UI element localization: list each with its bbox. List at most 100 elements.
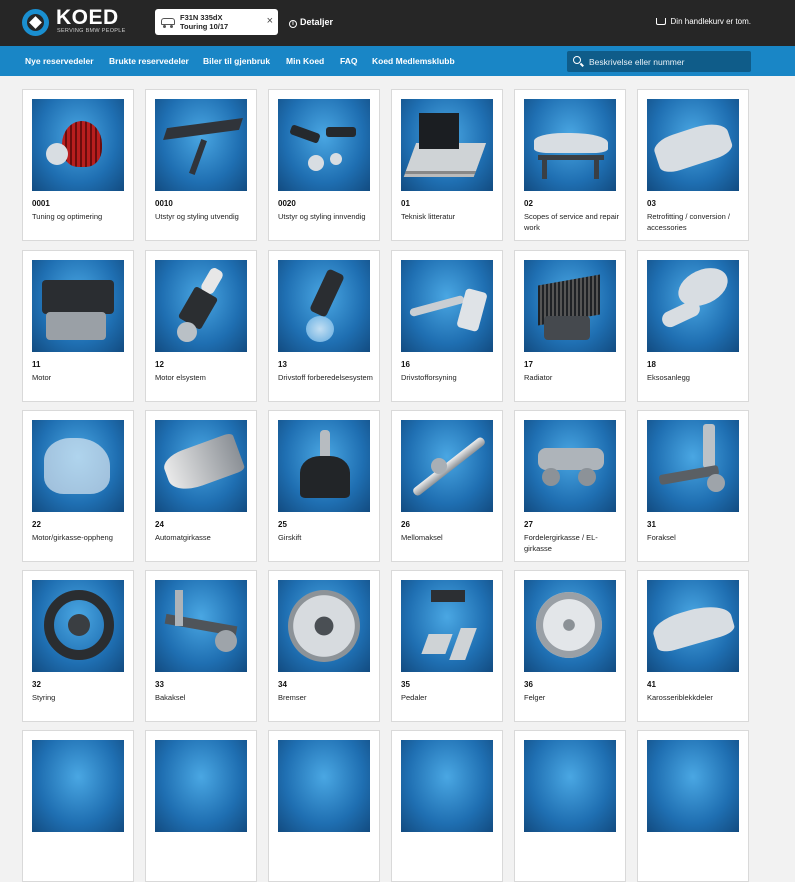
category-name[interactable]: Motor/girkasse-oppheng [32,533,129,544]
category-name[interactable]: Motor elsystem [155,373,252,384]
category-card-13[interactable]: 13 Drivstoff forberedelsesystem [268,250,380,402]
exhaust-icon[interactable] [647,260,739,352]
body-shell-icon[interactable] [647,580,739,672]
category-image[interactable] [647,740,739,832]
koed-logo[interactable]: KOED SERVING BMW PEOPLE [22,6,125,38]
nav-item-member-club[interactable]: Koed Medlemsklubb [372,56,455,66]
search-icon[interactable] [573,56,581,64]
category-name[interactable]: Girskift [278,533,375,544]
category-card-11[interactable]: 11 Motor [22,250,134,402]
category-card-26[interactable]: 26 Mellomaksel [391,410,503,562]
category-name[interactable]: Radiator [524,373,621,384]
category-image[interactable] [401,740,493,832]
mount-icon[interactable] [32,420,124,512]
category-card-16[interactable]: 16 Drivstofforsyning [391,250,503,402]
nav-item-new-parts[interactable]: Nye reservedeler [25,56,94,66]
car-icon[interactable] [647,99,739,191]
search-box[interactable] [567,51,751,72]
category-name[interactable]: Teknisk litteratur [401,212,498,223]
category-card-25[interactable]: 25 Girskift [268,410,380,562]
gear-shift-icon[interactable] [278,420,370,512]
nav-item-my-koed[interactable]: Min Koed [286,56,324,66]
category-card-24[interactable]: 24 Automatgirkasse [145,410,257,562]
category-name[interactable]: Foraksel [647,533,744,544]
category-card-33[interactable]: 33 Bakaksel [145,570,257,722]
category-card-12[interactable]: 12 Motor elsystem [145,250,257,402]
category-card-02[interactable]: 02 Scopes of service and repair work [514,89,626,241]
category-card-0001[interactable]: 0001 Tuning og optimering [22,89,134,241]
brake-disc-icon[interactable] [278,580,370,672]
category-name[interactable]: Automatgirkasse [155,533,252,544]
category-card-01[interactable]: 01 Teknisk litteratur [391,89,503,241]
close-icon[interactable]: × [267,15,273,27]
category-card-35[interactable]: 35 Pedaler [391,570,503,722]
selected-vehicle-box[interactable]: F31N 335dX Touring 10/17 × [155,9,278,35]
spoiler-icon[interactable] [155,99,247,191]
category-card-0020[interactable]: 0020 Utstyr og styling innvendig [268,89,380,241]
category-name[interactable]: Fordelergirkasse / EL-girkasse [524,533,621,554]
category-name[interactable]: Drivstoff forberedelsesystem [278,373,375,384]
category-card-partial[interactable] [637,730,749,882]
category-image[interactable] [32,740,124,832]
category-name[interactable]: Bremser [278,693,375,704]
category-image[interactable] [155,740,247,832]
category-card-31[interactable]: 31 Foraksel [637,410,749,562]
steering-wheel-icon[interactable] [32,580,124,672]
category-card-34[interactable]: 34 Bremser [268,570,380,722]
category-name[interactable]: Tuning og optimering [32,212,129,223]
category-name[interactable]: Drivstofforsyning [401,373,498,384]
category-card-18[interactable]: 18 Eksosanlegg [637,250,749,402]
details-button[interactable]: i Detaljer [289,17,333,28]
category-name[interactable]: Bakaksel [155,693,252,704]
car-lift-icon[interactable] [524,99,616,191]
fuel-nozzle-icon[interactable] [401,260,493,352]
transfer-case-icon[interactable] [524,420,616,512]
category-image[interactable] [524,740,616,832]
category-name[interactable]: Felger [524,693,621,704]
category-name[interactable]: Styring [32,693,129,704]
category-card-partial[interactable] [514,730,626,882]
category-image[interactable] [278,740,370,832]
drive-shaft-icon[interactable] [401,420,493,512]
category-card-41[interactable]: 41 Karosseriblekkdeler [637,570,749,722]
nav-item-cars-for-reuse[interactable]: Biler til gjenbruk [203,56,270,66]
category-name[interactable]: Pedaler [401,693,498,704]
pedals-icon[interactable] [401,580,493,672]
gearbox-icon[interactable] [155,420,247,512]
category-name[interactable]: Scopes of service and repair work [524,212,621,233]
category-card-03[interactable]: 03 Retrofitting / conversion / accessorie… [637,89,749,241]
rear-axle-icon[interactable] [155,580,247,672]
category-card-0010[interactable]: 0010 Utstyr og styling utvendig [145,89,257,241]
category-card-27[interactable]: 27 Fordelergirkasse / EL-girkasse [514,410,626,562]
engine-icon[interactable] [32,260,124,352]
front-axle-icon[interactable] [647,420,739,512]
category-card-22[interactable]: 22 Motor/girkasse-oppheng [22,410,134,562]
category-name[interactable]: Utstyr og styling innvendig [278,212,375,223]
nav-item-used-parts[interactable]: Brukte reservedeler [109,56,189,66]
category-code: 18 [647,360,656,369]
spoiler-icon-shape [163,118,243,140]
category-card-partial[interactable] [391,730,503,882]
category-name[interactable]: Utstyr og styling utvendig [155,212,252,223]
category-card-partial[interactable] [268,730,380,882]
interior-parts-icon[interactable] [278,99,370,191]
injector-icon[interactable] [278,260,370,352]
cart-button[interactable]: Din handlekurv er tom. [655,17,751,26]
category-name[interactable]: Mellomaksel [401,533,498,544]
spark-plug-icon[interactable] [155,260,247,352]
category-card-32[interactable]: 32 Styring [22,570,134,722]
books-icon[interactable] [401,99,493,191]
category-name[interactable]: Motor [32,373,129,384]
radiator-icon[interactable] [524,260,616,352]
category-card-partial[interactable] [22,730,134,882]
category-name[interactable]: Karosseriblekkdeler [647,693,744,704]
category-card-17[interactable]: 17 Radiator [514,250,626,402]
category-card-36[interactable]: 36 Felger [514,570,626,722]
category-name[interactable]: Retrofitting / conversion / accessories [647,212,744,233]
rim-icon[interactable] [524,580,616,672]
air-filter-icon[interactable] [32,99,124,191]
category-card-partial[interactable] [145,730,257,882]
search-input[interactable] [589,53,747,70]
nav-item-faq[interactable]: FAQ [340,56,357,66]
category-name[interactable]: Eksosanlegg [647,373,744,384]
